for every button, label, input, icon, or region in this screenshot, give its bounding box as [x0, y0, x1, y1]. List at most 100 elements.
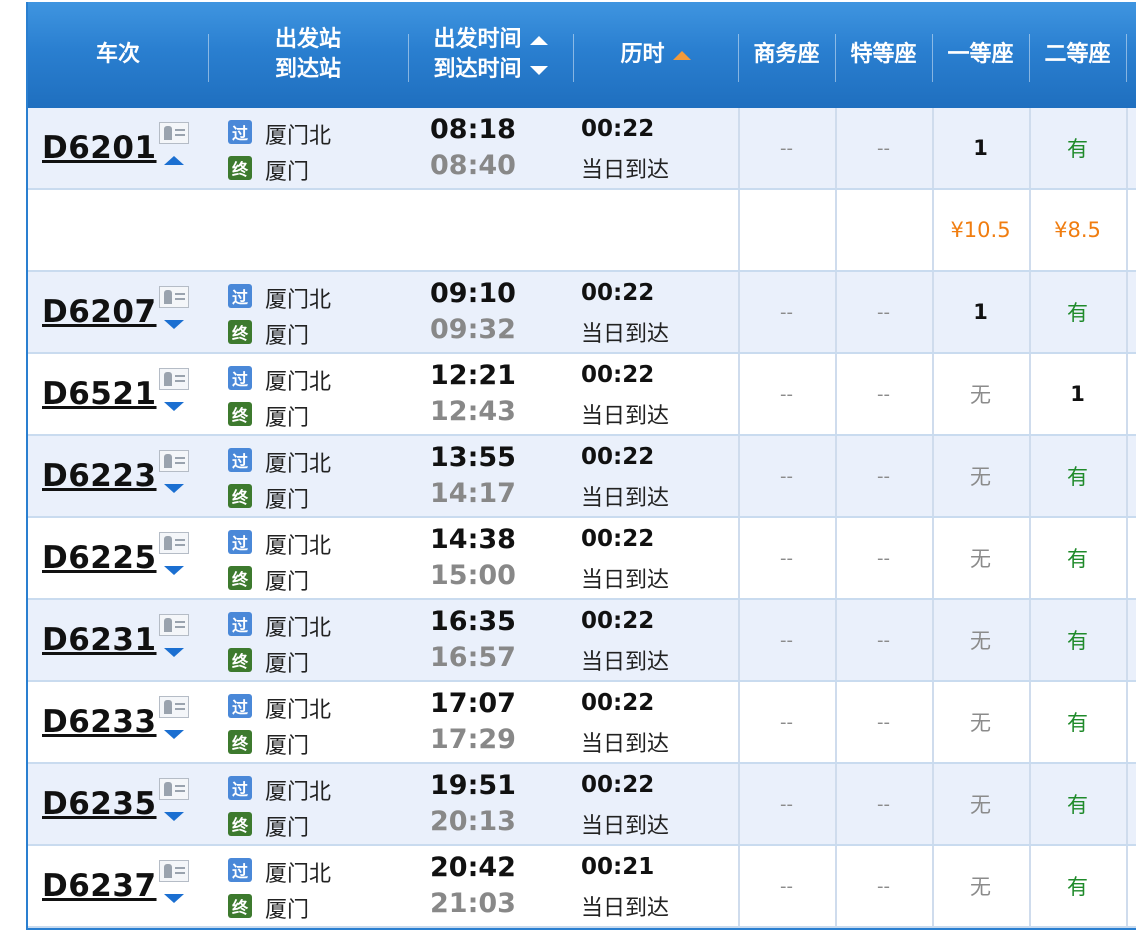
arrival-day: 当日到达 [581, 322, 670, 347]
table-row[interactable]: D6223 过厦门北终厦门 13:55 14:17 00:22 当日到达 -- -- 无 有 [28, 436, 1136, 518]
seat-premium: -- [877, 875, 890, 897]
id-card-icon[interactable] [159, 450, 189, 472]
train-number-link[interactable]: D6231 [42, 622, 157, 658]
to-station: 厦门 [265, 488, 310, 513]
table-row[interactable]: D6207 过厦门北终厦门 09:10 09:32 00:22 当日到达 -- -- 1 有 [28, 272, 1136, 354]
table-row[interactable]: D6225 过厦门北终厦门 14:38 15:00 00:22 当日到达 -- -- 无 有 [28, 518, 1136, 600]
to-station: 厦门 [265, 734, 310, 759]
from-station: 厦门北 [265, 616, 332, 641]
column-divider [1126, 764, 1128, 844]
chevron-down-icon[interactable] [164, 320, 184, 329]
sort-arrive-time[interactable]: 到达时间 [433, 55, 548, 85]
terminal-station-badge: 终 [228, 320, 252, 344]
depart-time: 14:38 [430, 524, 516, 555]
seat-first-class: 无 [970, 711, 991, 735]
to-station: 厦门 [265, 570, 310, 595]
seat-premium: -- [877, 137, 890, 159]
id-card-icon[interactable] [159, 532, 189, 554]
seat-premium: -- [877, 711, 890, 733]
triangle-up-icon [672, 50, 691, 60]
id-card-icon[interactable] [159, 614, 189, 636]
table-row[interactable]: D6521 过厦门北终厦门 12:21 12:43 00:22 当日到达 -- -- 无 1 [28, 354, 1136, 436]
chevron-down-icon[interactable] [164, 484, 184, 493]
arrive-time: 20:13 [430, 806, 516, 837]
pass-station-badge: 过 [228, 694, 252, 718]
to-station: 厦门 [265, 816, 310, 841]
id-card-icon[interactable] [159, 368, 189, 390]
id-card-icon[interactable] [159, 778, 189, 800]
table-row[interactable]: D6237 过厦门北终厦门 20:42 21:03 00:21 当日到达 -- -- 无 有 [28, 846, 1136, 928]
column-divider [1126, 436, 1128, 516]
pass-station-badge: 过 [228, 120, 252, 144]
pass-station-badge: 过 [228, 448, 252, 472]
id-card-icon[interactable] [159, 696, 189, 718]
seat-premium: -- [877, 793, 890, 815]
arrival-day: 当日到达 [581, 158, 670, 183]
from-station: 厦门北 [265, 698, 332, 723]
price-row: ¥10.5 ¥8.5 [28, 190, 1136, 272]
chevron-down-icon[interactable] [164, 402, 184, 411]
table-row[interactable]: D6235 过厦门北终厦门 19:51 20:13 00:22 当日到达 -- -- 无 有 [28, 764, 1136, 846]
chevron-down-icon[interactable] [164, 648, 184, 657]
arrival-day: 当日到达 [581, 486, 670, 511]
train-number-link[interactable]: D6225 [42, 540, 157, 576]
id-card-icon[interactable] [159, 122, 189, 144]
arrival-day: 当日到达 [581, 814, 670, 839]
terminal-station-badge: 终 [228, 402, 252, 426]
seat-business: -- [780, 137, 793, 159]
pass-station-badge: 过 [228, 858, 252, 882]
column-divider [1126, 354, 1128, 434]
train-number-link[interactable]: D6207 [42, 294, 157, 330]
table-row[interactable]: D6201 过厦门北终厦门 08:18 08:40 00:22 当日到达 -- -- 1 有 [28, 108, 1136, 190]
arrival-day: 当日到达 [581, 732, 670, 757]
header-second-class: 二等座 [1044, 42, 1111, 67]
first-class-price: ¥10.5 [950, 218, 1011, 242]
seat-business: -- [780, 383, 793, 405]
train-number-link[interactable]: D6223 [42, 458, 157, 494]
header-first-class: 一等座 [947, 42, 1014, 67]
column-divider [1126, 600, 1128, 680]
depart-time: 09:10 [430, 278, 516, 309]
chevron-down-icon[interactable] [164, 812, 184, 821]
train-number-link[interactable]: D6521 [42, 376, 157, 412]
table-row[interactable]: D6233 过厦门北终厦门 17:07 17:29 00:22 当日到达 -- -- 无 有 [28, 682, 1136, 764]
train-number-link[interactable]: D6201 [42, 130, 157, 166]
header-times: 出发时间 到达时间 [408, 2, 573, 108]
train-number-link[interactable]: D6237 [42, 868, 157, 904]
seat-business: -- [780, 547, 793, 569]
header-stations: 出发站 到达站 [274, 27, 341, 82]
to-station: 厦门 [265, 406, 310, 431]
sort-depart-time[interactable]: 出发时间 [433, 25, 548, 55]
id-card-icon[interactable] [159, 286, 189, 308]
seat-premium: -- [877, 383, 890, 405]
to-station: 厦门 [265, 898, 310, 923]
arrive-time: 12:43 [430, 396, 516, 427]
terminal-station-badge: 终 [228, 566, 252, 590]
header-business-seat: 商务座 [753, 42, 820, 67]
arrive-time: 14:17 [430, 478, 516, 509]
terminal-station-badge: 终 [228, 156, 252, 180]
table-row[interactable]: D6231 过厦门北终厦门 16:35 16:57 00:22 当日到达 -- -- 无 有 [28, 600, 1136, 682]
train-number-link[interactable]: D6235 [42, 786, 157, 822]
train-number-link[interactable]: D6233 [42, 704, 157, 740]
column-divider [1126, 682, 1128, 762]
duration: 00:22 [581, 116, 655, 142]
chevron-down-icon[interactable] [164, 566, 184, 575]
seat-first-class: 无 [970, 547, 991, 571]
seat-premium: -- [877, 547, 890, 569]
duration: 00:22 [581, 690, 655, 716]
seat-first-class: 1 [973, 136, 988, 160]
depart-time: 19:51 [430, 770, 516, 801]
arrival-day: 当日到达 [581, 896, 670, 921]
seat-business: -- [780, 711, 793, 733]
seat-second-class: 有 [1067, 711, 1088, 735]
depart-time: 20:42 [430, 852, 516, 883]
chevron-up-icon[interactable] [164, 156, 184, 165]
id-card-icon[interactable] [159, 860, 189, 882]
duration: 00:22 [581, 608, 655, 634]
seat-first-class: 无 [970, 629, 991, 653]
chevron-down-icon[interactable] [164, 894, 184, 903]
chevron-down-icon[interactable] [164, 730, 184, 739]
sort-duration[interactable]: 历时 [573, 2, 738, 108]
seat-first-class: 无 [970, 793, 991, 817]
